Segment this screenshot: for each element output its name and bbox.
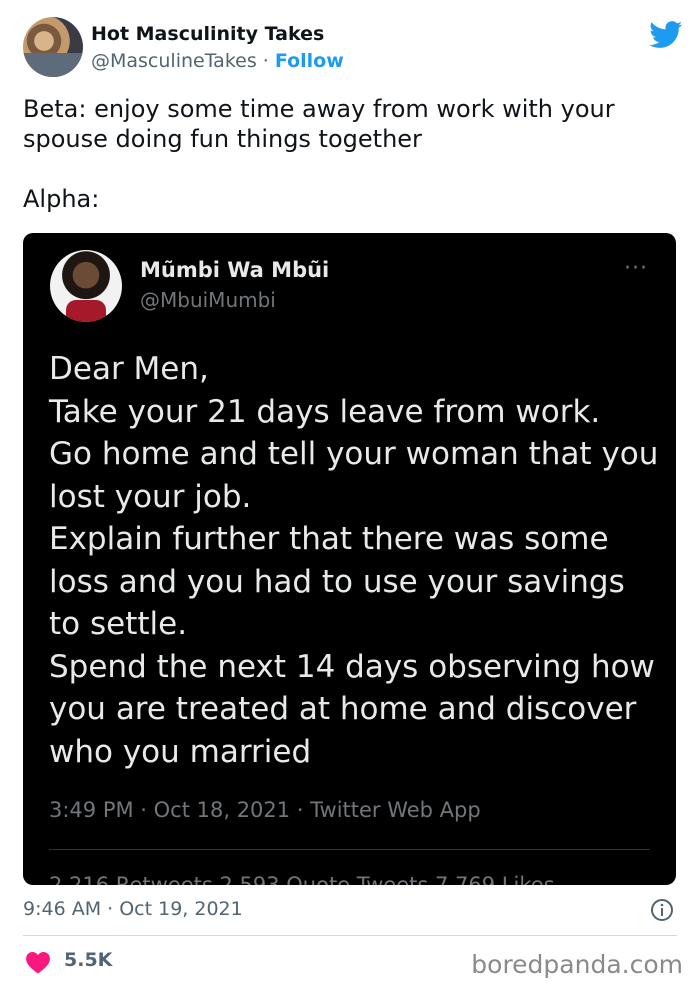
follow-button[interactable]: Follow <box>275 50 344 72</box>
tweet-timestamp[interactable]: 9:46 AM · Oct 19, 2021 <box>23 898 243 920</box>
quoted-tweet-text: Dear Men, Take your 21 days leave from w… <box>49 351 659 770</box>
quoted-author-name: Mũmbi Wa Mbũi <box>140 258 330 282</box>
info-icon[interactable] <box>650 898 674 922</box>
quoted-tweet-screenshot: Mũmbi Wa Mbũi @MbuiMumbi ··· Dear Men, T… <box>23 233 676 885</box>
quoted-divider <box>49 849 650 850</box>
like-count[interactable]: 5.5K <box>64 949 112 971</box>
twitter-bird-icon[interactable] <box>649 21 683 49</box>
heart-icon[interactable] <box>25 950 51 974</box>
author-handle[interactable]: @MasculineTakes <box>91 50 257 72</box>
more-options-icon: ··· <box>624 256 648 281</box>
author-name[interactable]: Hot Masculinity Takes <box>91 23 324 45</box>
author-avatar[interactable] <box>23 17 83 77</box>
tweet-header: Hot Masculinity Takes @MasculineTakes · … <box>23 17 683 81</box>
author-handle-row: @MasculineTakes · Follow <box>91 50 344 72</box>
quoted-stats-cutoff: 2,216 Retweets 2,593 Quote Tweets 7,769 … <box>49 873 555 885</box>
quoted-author-handle: @MbuiMumbi <box>140 288 276 312</box>
quoted-author-avatar <box>50 250 122 322</box>
divider <box>23 935 677 936</box>
quoted-tweet-meta: 3:49 PM · Oct 18, 2021 · Twitter Web App <box>49 798 481 822</box>
separator: · <box>262 50 269 72</box>
tweet-text: Beta: enjoy some time away from work wit… <box>23 95 615 213</box>
watermark: boredpanda.com <box>471 950 683 979</box>
